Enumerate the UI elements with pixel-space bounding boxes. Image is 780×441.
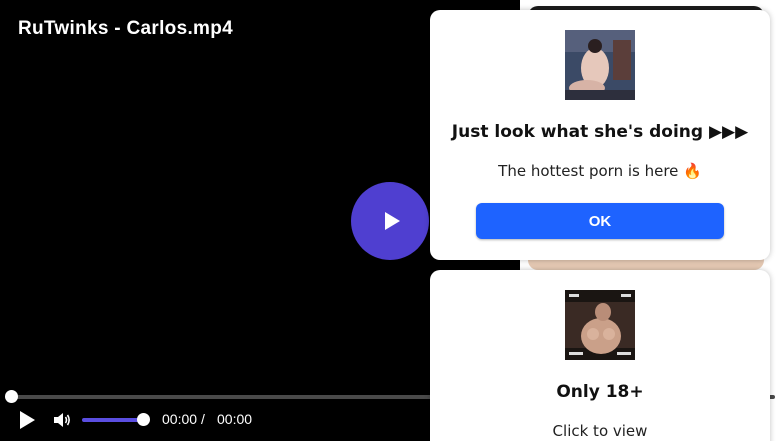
popup-heading: Just look what she's doing ▶▶▶ bbox=[451, 122, 749, 142]
volume-icon[interactable] bbox=[52, 410, 72, 430]
ad-thumbnail[interactable] bbox=[565, 30, 635, 100]
volume-slider[interactable] bbox=[82, 418, 144, 422]
popup-heading: Only 18+ bbox=[556, 382, 644, 402]
video-player-page: RuTwinks - Carlos.mp4 00:00 / 00:00 Just… bbox=[0, 0, 780, 441]
current-time: 00:00 bbox=[162, 411, 198, 427]
volume-handle[interactable] bbox=[137, 413, 150, 426]
ok-button[interactable]: OK bbox=[476, 203, 724, 239]
play-icon[interactable] bbox=[16, 409, 38, 431]
ad-thumbnail[interactable] bbox=[565, 290, 635, 360]
video-title: RuTwinks - Carlos.mp4 bbox=[18, 18, 233, 39]
popup-subtext: The hottest porn is here 🔥 bbox=[498, 162, 702, 180]
ad-popup[interactable]: Only 18+ Click to view bbox=[430, 270, 770, 441]
seek-handle[interactable] bbox=[5, 390, 18, 403]
time-separator: / bbox=[201, 411, 205, 427]
play-icon bbox=[385, 212, 400, 230]
big-play-button[interactable] bbox=[351, 182, 429, 260]
popup-subtext: Click to view bbox=[552, 422, 648, 440]
ad-popup[interactable]: Just look what she's doing ▶▶▶ The hotte… bbox=[430, 10, 770, 260]
duration-time: 00:00 bbox=[217, 411, 253, 427]
